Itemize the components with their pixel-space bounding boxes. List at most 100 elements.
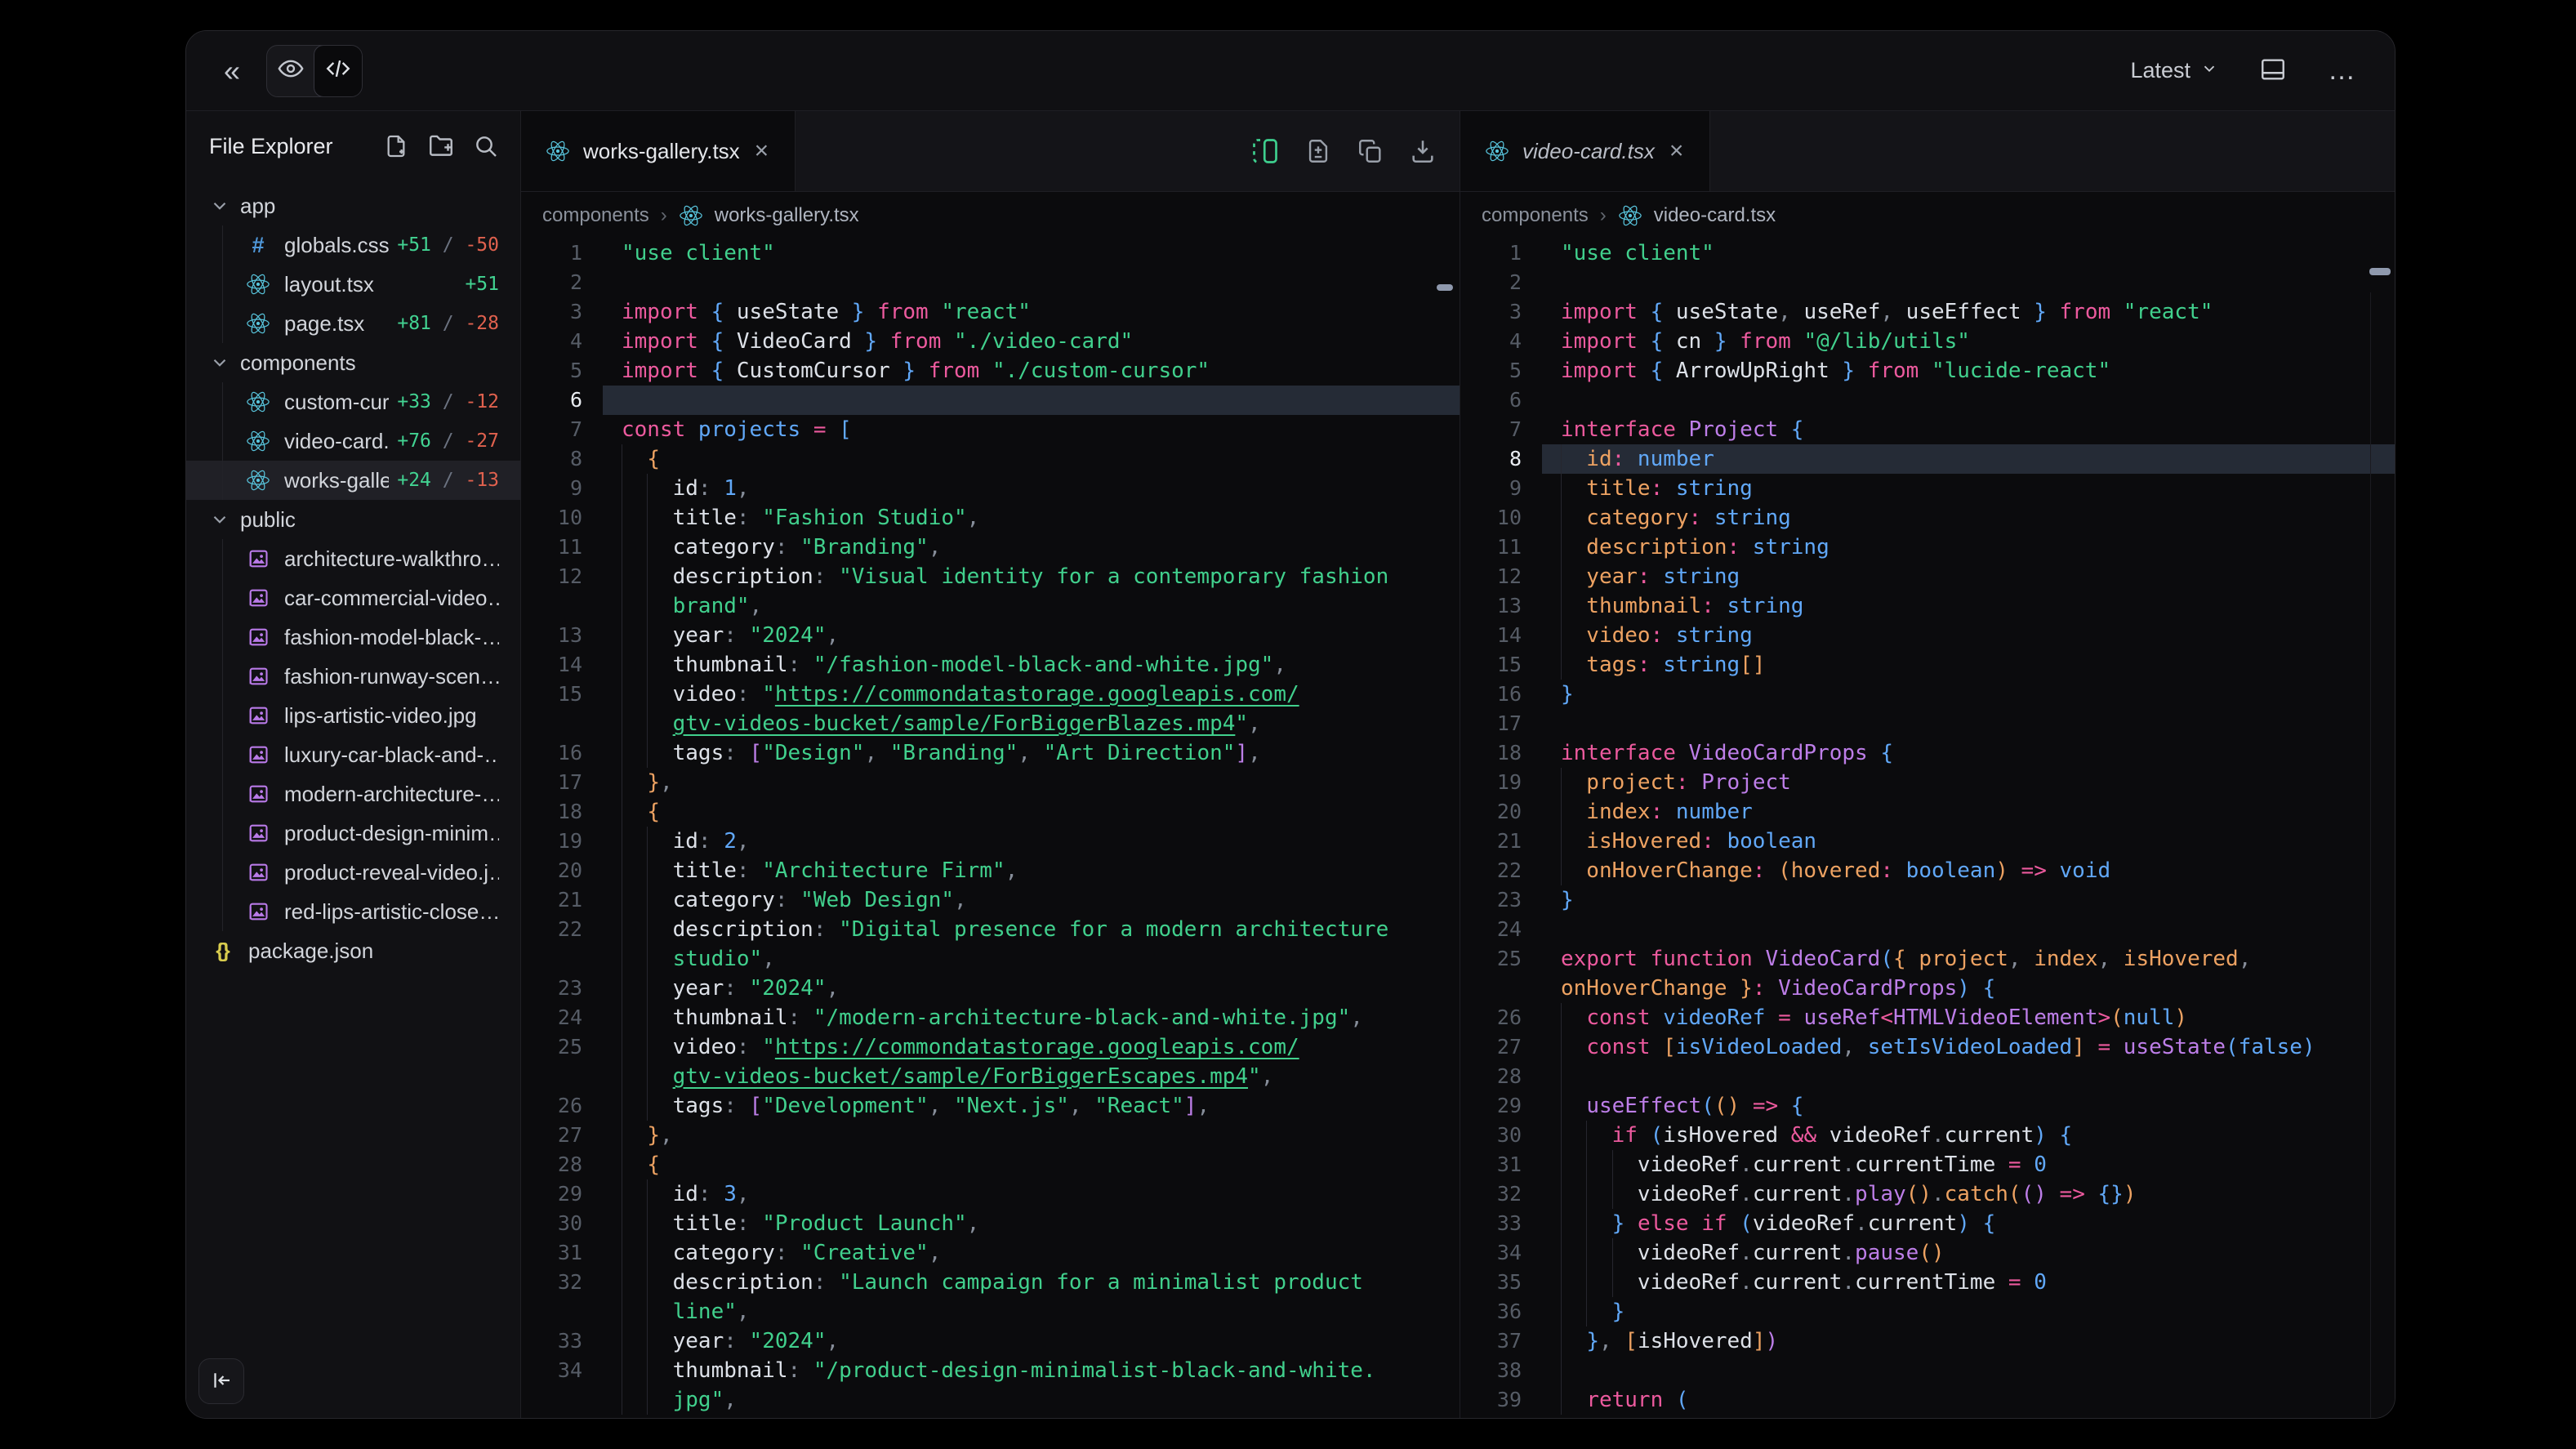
code-line[interactable]: 16} [1460, 680, 2395, 709]
code-line[interactable]: 34 videoRef.current.pause() [1460, 1238, 2395, 1268]
code-toggle-segment[interactable] [314, 45, 363, 97]
code-line[interactable]: 29 id: 3, [521, 1179, 1460, 1209]
code-line[interactable]: 5import { CustomCursor } from "./custom-… [521, 356, 1460, 386]
code-line[interactable]: gtv-videos-bucket/sample/ForBiggerEscape… [521, 1062, 1460, 1091]
code-line[interactable]: 1"use client" [521, 239, 1460, 268]
code-line[interactable]: brand", [521, 591, 1460, 621]
scrollbar-thumb[interactable] [1437, 284, 1453, 291]
tab-works-gallery[interactable]: works-gallery.tsx × [521, 111, 796, 191]
preview-toggle-segment[interactable] [267, 46, 314, 96]
code-line[interactable]: 15 tags: string[] [1460, 650, 2395, 680]
code-line[interactable]: 13 year: "2024", [521, 621, 1460, 650]
code-line[interactable]: 4import { VideoCard } from "./video-card… [521, 327, 1460, 356]
code-line[interactable]: 12 description: "Visual identity for a c… [521, 562, 1460, 591]
code-line[interactable]: 11 description: string [1460, 533, 2395, 562]
tab-close-icon[interactable]: × [753, 139, 771, 163]
tree-file-video-card.tsx[interactable]: video-card.tsx+76 / -27 [186, 421, 520, 461]
code-editor-video-card[interactable]: 1"use client"23import { useState, useRef… [1460, 239, 2395, 1419]
code-line[interactable]: 36 } [1460, 1297, 2395, 1326]
tree-file-lips-artistic-video.jpg[interactable]: lips-artistic-video.jpg [186, 696, 520, 735]
code-line[interactable]: 22 onHoverChange: (hovered: boolean) => … [1460, 856, 2395, 885]
version-selector[interactable]: Latest [2125, 57, 2223, 84]
scrollbar-thumb[interactable] [2369, 268, 2391, 275]
tree-file-product-reveal-video.j-[interactable]: product-reveal-video.j… [186, 853, 520, 892]
code-line[interactable]: 33 } else if (videoRef.current) { [1460, 1209, 2395, 1238]
tree-file-product-design-minim-[interactable]: product-design-minim… [186, 814, 520, 853]
copy-icon[interactable] [1357, 137, 1384, 165]
breadcrumb-folder[interactable]: components [1482, 204, 1589, 227]
collapse-panel-icon[interactable]: « [219, 56, 245, 86]
code-line[interactable]: 1"use client" [1460, 239, 2395, 268]
code-line[interactable]: jpg", [521, 1385, 1460, 1415]
more-options-button[interactable]: … [2323, 54, 2362, 87]
code-line[interactable]: 26 tags: ["Development", "Next.js", "Rea… [521, 1091, 1460, 1121]
tree-file-page.tsx[interactable]: page.tsx+81 / -28 [186, 304, 520, 343]
tab-close-icon[interactable]: × [1668, 139, 1686, 163]
tree-file-package.json[interactable]: {}package.json [186, 931, 520, 970]
code-line[interactable]: 9 title: string [1460, 474, 2395, 503]
code-line[interactable]: 31 category: "Creative", [521, 1238, 1460, 1268]
tree-file-modern-architecture-[interactable]: modern-architecture-… [186, 774, 520, 814]
code-line[interactable]: 17 [1460, 709, 2395, 738]
code-line[interactable]: 39 return ( [1460, 1385, 2395, 1415]
code-line[interactable]: 33 year: "2024", [521, 1326, 1460, 1356]
code-line[interactable]: 25export function VideoCard({ project, i… [1460, 944, 2395, 974]
code-line[interactable]: gtv-videos-bucket/sample/ForBiggerBlazes… [521, 709, 1460, 738]
code-line[interactable]: 14 thumbnail: "/fashion-model-black-and-… [521, 650, 1460, 680]
code-line[interactable]: 32 videoRef.current.play().catch(() => {… [1460, 1179, 2395, 1209]
code-line[interactable]: 26 const videoRef = useRef<HTMLVideoElem… [1460, 1003, 2395, 1032]
tree-file-custom-curs-[interactable]: custom-curs…+33 / -12 [186, 382, 520, 421]
tree-file-layout.tsx[interactable]: layout.tsx+51 [186, 265, 520, 304]
code-line[interactable]: 28 [1460, 1062, 2395, 1091]
code-line[interactable]: 24 thumbnail: "/modern-architecture-blac… [521, 1003, 1460, 1032]
tree-file-luxury-car-black-and-[interactable]: luxury-car-black-and-… [186, 735, 520, 774]
code-line[interactable]: 4import { cn } from "@/lib/utils" [1460, 327, 2395, 356]
code-line[interactable]: 14 video: string [1460, 621, 2395, 650]
new-folder-button[interactable] [427, 132, 455, 160]
code-line[interactable]: 7interface Project { [1460, 415, 2395, 444]
new-file-button[interactable] [383, 133, 409, 159]
breadcrumb-file[interactable]: works-gallery.tsx [715, 204, 859, 227]
code-line[interactable]: 3import { useState } from "react" [521, 297, 1460, 327]
code-line[interactable]: 19 id: 2, [521, 827, 1460, 856]
collapse-sidebar-button[interactable] [198, 1358, 244, 1404]
tree-file-architecture-walkthro-[interactable]: architecture-walkthro… [186, 539, 520, 578]
tree-file-car-commercial-video-[interactable]: car-commercial-video… [186, 578, 520, 617]
download-icon[interactable] [1409, 137, 1437, 165]
code-line[interactable]: 20 title: "Architecture Firm", [521, 856, 1460, 885]
breadcrumb-file[interactable]: video-card.tsx [1654, 204, 1776, 227]
tree-folder-public[interactable]: public [186, 500, 520, 539]
code-line[interactable]: 17 }, [521, 768, 1460, 797]
code-line[interactable]: 12 year: string [1460, 562, 2395, 591]
breadcrumb-folder[interactable]: components [542, 204, 649, 227]
code-line[interactable]: 5import { ArrowUpRight } from "lucide-re… [1460, 356, 2395, 386]
code-line[interactable]: 34 thumbnail: "/product-design-minimalis… [521, 1356, 1460, 1385]
tree-folder-app[interactable]: app [186, 186, 520, 225]
code-line[interactable]: 29 useEffect(() => { [1460, 1091, 2395, 1121]
code-line[interactable]: 35 videoRef.current.currentTime = 0 [1460, 1268, 2395, 1297]
code-line[interactable]: 25 video: "https://commondatastorage.goo… [521, 1032, 1460, 1062]
preview-code-toggle[interactable] [266, 45, 363, 97]
code-line[interactable]: 20 index: number [1460, 797, 2395, 827]
tree-file-works-galler-[interactable]: works-galler…+24 / -13 [186, 461, 520, 500]
code-line[interactable]: 27 }, [521, 1121, 1460, 1150]
code-line[interactable]: 37 }, [isHovered]) [1460, 1326, 2395, 1356]
code-line[interactable]: 10 title: "Fashion Studio", [521, 503, 1460, 533]
code-line[interactable]: 23} [1460, 885, 2395, 915]
code-line[interactable]: 9 id: 1, [521, 474, 1460, 503]
search-icon[interactable] [473, 133, 499, 159]
file-diff-button[interactable] [1304, 137, 1332, 165]
tree-file-globals.css[interactable]: #globals.css+51 / -50 [186, 225, 520, 265]
code-line[interactable]: 3import { useState, useRef, useEffect } … [1460, 297, 2395, 327]
code-line[interactable]: 13 thumbnail: string [1460, 591, 2395, 621]
split-editor-button[interactable] [1250, 136, 1280, 166]
tree-file-fashion-model-black-[interactable]: fashion-model-black-… [186, 617, 520, 657]
code-line[interactable]: onHoverChange }: VideoCardProps) { [1460, 974, 2395, 1003]
panel-layout-button[interactable] [2259, 56, 2287, 86]
code-line[interactable]: 31 videoRef.current.currentTime = 0 [1460, 1150, 2395, 1179]
code-line[interactable]: 15 video: "https://commondatastorage.goo… [521, 680, 1460, 709]
code-line[interactable]: 18interface VideoCardProps { [1460, 738, 2395, 768]
code-line[interactable]: 30 if (isHovered && videoRef.current) { [1460, 1121, 2395, 1150]
code-line[interactable]: 21 category: "Web Design", [521, 885, 1460, 915]
code-line[interactable]: 23 year: "2024", [521, 974, 1460, 1003]
